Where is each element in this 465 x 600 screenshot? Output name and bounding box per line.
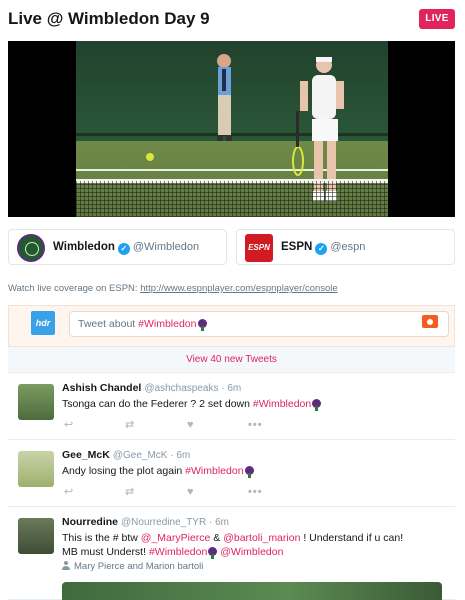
profile-card-wimbledon[interactable]: Wimbledon ✓ @Wimbledon: [8, 229, 227, 265]
tweet-author-name[interactable]: Gee_McK: [62, 449, 110, 461]
mention-link[interactable]: @bartoli_marion: [223, 532, 300, 544]
espn-player-link[interactable]: http://www.espnplayer.com/espnplayer/con…: [140, 283, 338, 294]
umpire-figure: [217, 54, 232, 141]
video-frame: [76, 41, 388, 217]
wimbledon-emoji-icon: [312, 399, 322, 411]
tweet-item[interactable]: Nourredine @Nourredine_TYR · 6m This is t…: [8, 508, 455, 600]
reply-icon[interactable]: ↩: [64, 486, 73, 498]
tweet-text: Andy losing the plot again #Wimbledon: [62, 464, 254, 478]
view-new-tweets-button[interactable]: View 40 new Tweets: [8, 347, 455, 373]
tennis-ball: [146, 153, 154, 161]
espn-logo-icon: ESPN: [245, 234, 273, 262]
person-icon: [62, 561, 70, 570]
profile-handle: @espn: [330, 241, 366, 253]
wimbledon-emoji-icon: [208, 547, 218, 559]
mention-link[interactable]: @_MaryPierce: [141, 532, 211, 544]
tennis-net: [76, 181, 388, 217]
heart-icon[interactable]: ♥: [187, 486, 194, 498]
retweet-icon[interactable]: ⇄: [125, 486, 134, 498]
tweet-item[interactable]: Ashish Chandel @ashchaspeaks · 6m Tsonga …: [8, 374, 455, 440]
tagged-people[interactable]: Mary Pierce and Marion bartoli: [62, 561, 203, 572]
profile-card-espn[interactable]: ESPN ESPN ✓ @espn: [236, 229, 455, 265]
hashtag[interactable]: #Wimbledon: [253, 398, 311, 410]
tweet-input[interactable]: Tweet about #Wimbledon: [69, 311, 449, 337]
mention-link[interactable]: @Wimbledon: [220, 546, 283, 558]
profile-name: ESPN: [281, 241, 313, 253]
tweet-media-preview[interactable]: [62, 582, 442, 600]
heart-icon[interactable]: ♥: [187, 419, 194, 431]
profile-handle: @Wimbledon: [132, 241, 200, 253]
tweet-item[interactable]: Gee_McK @Gee_McK · 6m Andy losing the plo…: [8, 441, 455, 507]
hashtag: #Wimbledon: [138, 318, 197, 330]
tweet-author-name[interactable]: Nourredine: [62, 516, 118, 528]
verified-icon: ✓: [315, 243, 328, 255]
header: Live @ Wimbledon Day 9 LIVE: [0, 0, 465, 40]
hashtag[interactable]: #Wimbledon: [149, 546, 207, 558]
avatar[interactable]: [18, 451, 54, 487]
tweet-text: This is the # btw @_MaryPierce & @bartol…: [62, 532, 404, 559]
avatar[interactable]: [18, 518, 54, 554]
camera-icon[interactable]: [422, 315, 438, 328]
more-icon[interactable]: •••: [248, 419, 263, 431]
tweet-text: Tsonga can do the Federer ? 2 set down #…: [62, 397, 322, 411]
avatar[interactable]: [18, 384, 54, 420]
video-player[interactable]: [8, 41, 455, 217]
user-avatar: hdr: [31, 311, 55, 335]
tweet-meta: @Nourredine_TYR · 6m: [121, 517, 229, 528]
wimbledon-emoji-icon: [197, 319, 207, 331]
wimbledon-logo-icon: [17, 234, 45, 262]
live-badge: LIVE: [419, 9, 455, 29]
hashtag[interactable]: #Wimbledon: [185, 465, 243, 477]
verified-icon: ✓: [117, 243, 130, 255]
more-icon[interactable]: •••: [248, 486, 263, 498]
page-title: Live @ Wimbledon Day 9: [8, 9, 210, 28]
tweet-meta: @Gee_McK · 6m: [112, 450, 191, 461]
retweet-icon[interactable]: ⇄: [125, 419, 134, 431]
wimbledon-emoji-icon: [244, 466, 254, 478]
profile-name: Wimbledon: [53, 241, 115, 253]
tweet-author-name[interactable]: Ashish Chandel: [62, 382, 141, 394]
reply-icon[interactable]: ↩: [64, 419, 73, 431]
tweet-composer: hdr Tweet about #Wimbledon: [8, 305, 455, 347]
watch-description: Watch live coverage on ESPN: http://www.…: [8, 283, 338, 294]
tweet-meta: @ashchaspeaks · 6m: [144, 383, 242, 394]
